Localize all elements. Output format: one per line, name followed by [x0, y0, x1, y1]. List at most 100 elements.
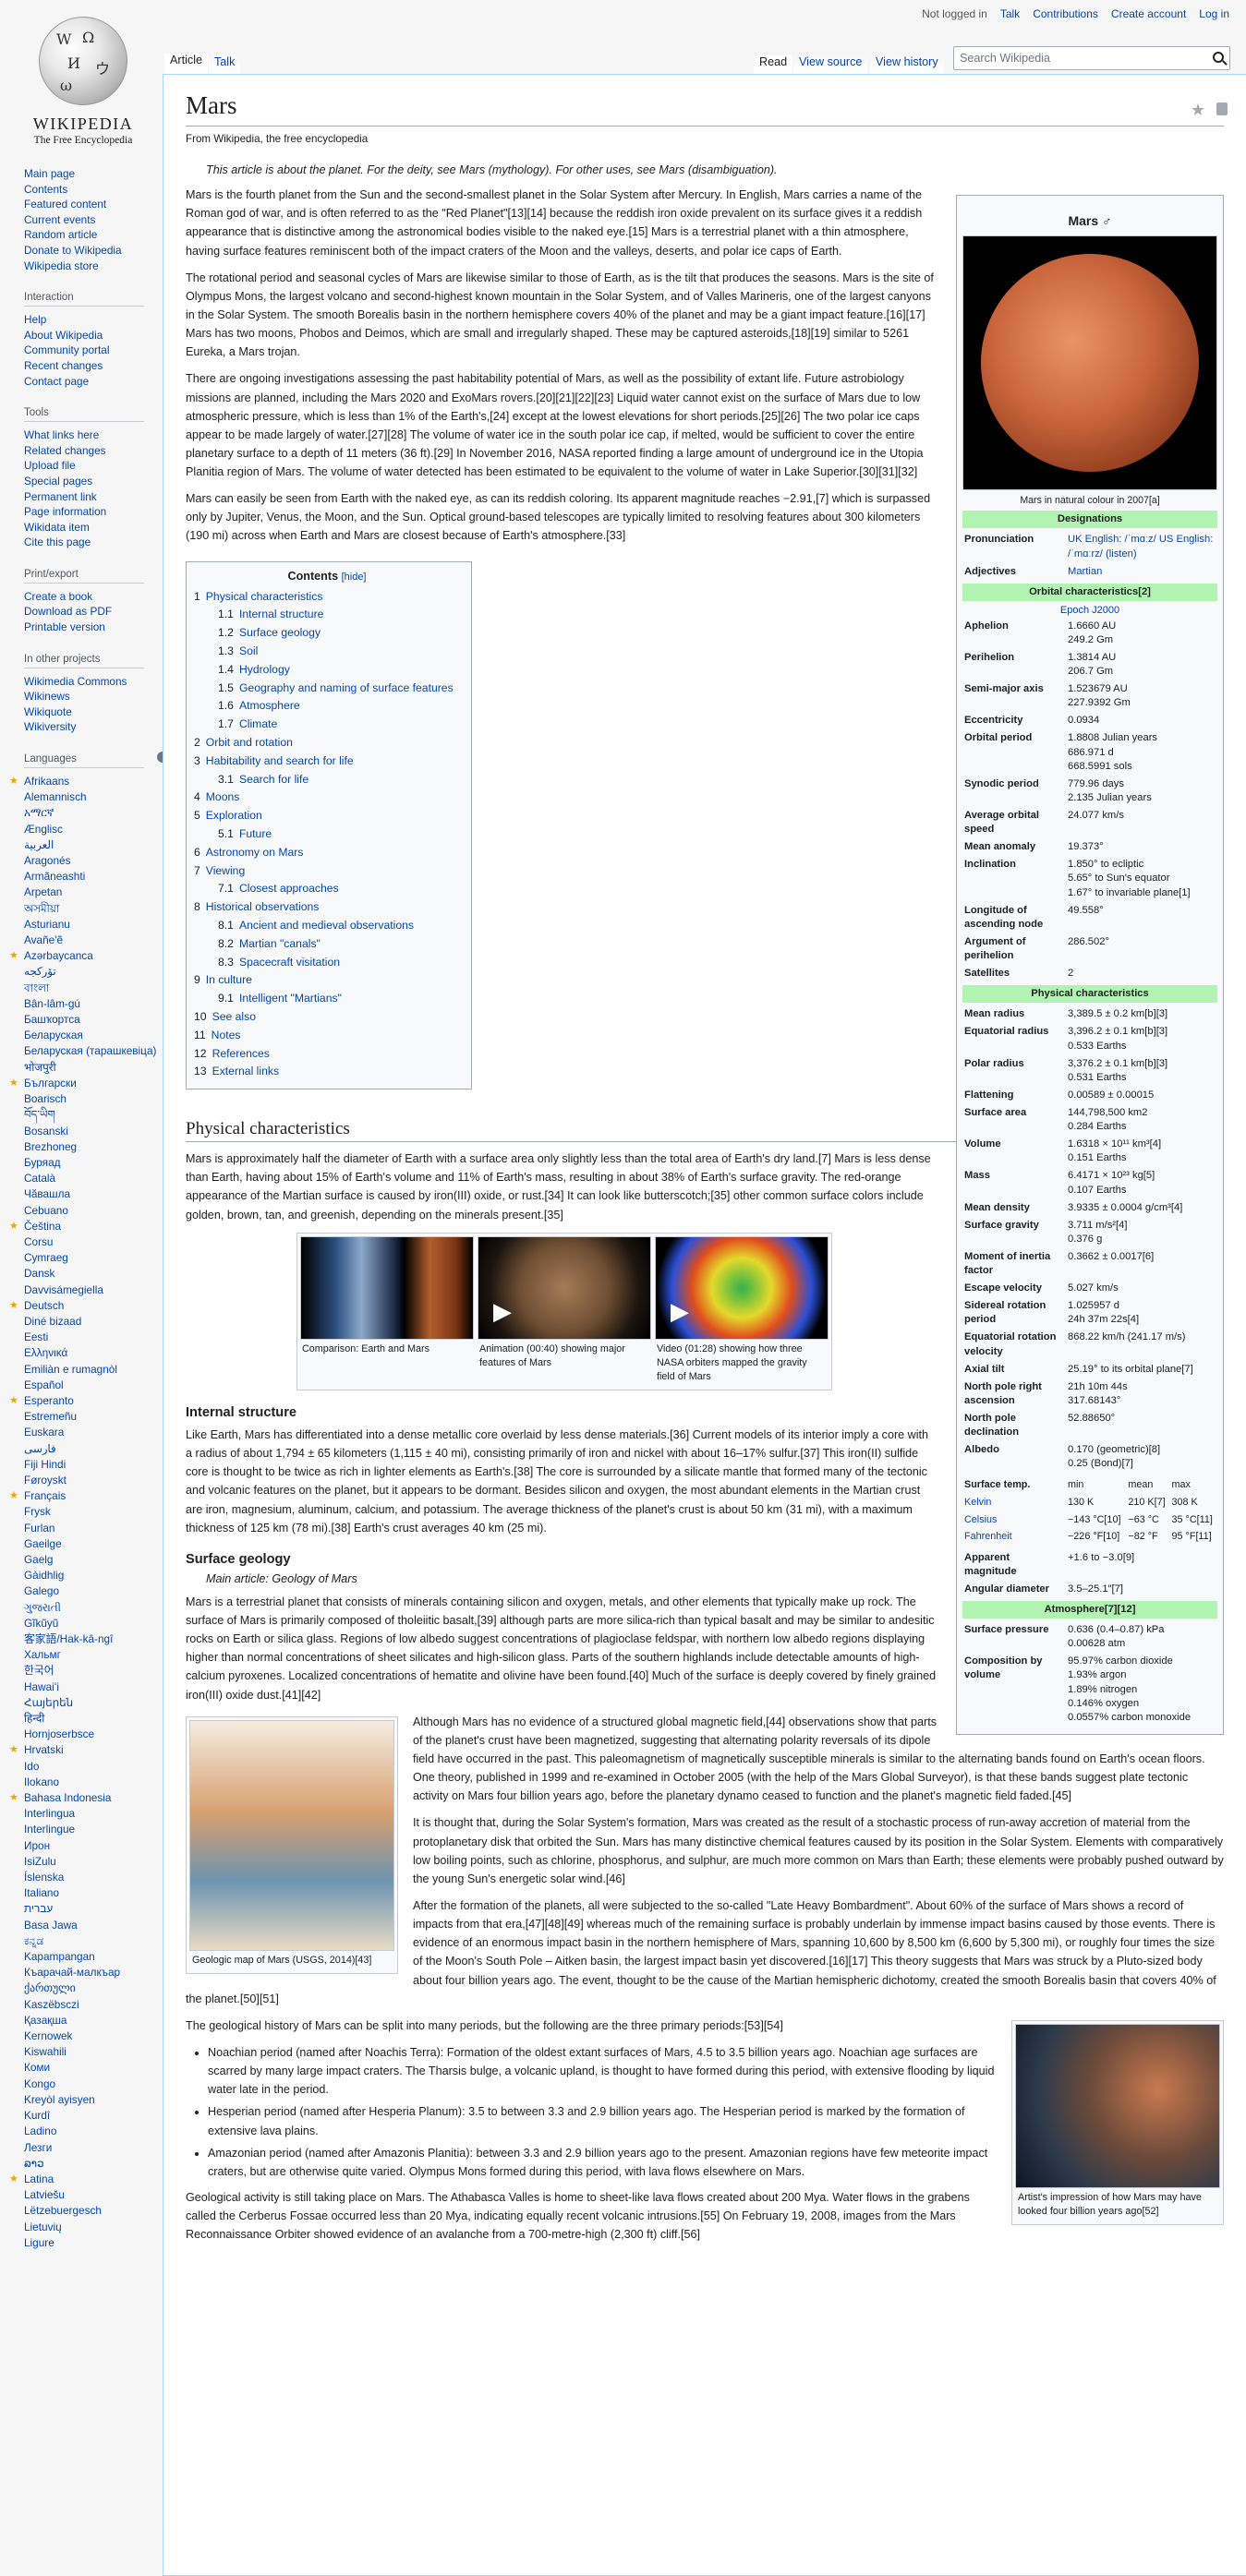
sidebar-link[interactable]: Special pages [24, 474, 163, 489]
language-link[interactable]: ქართული [24, 1980, 163, 1996]
language-link[interactable]: Català [24, 1171, 163, 1186]
toc-link[interactable]: Soil [239, 644, 258, 657]
sidebar-link[interactable]: Contents [24, 182, 163, 198]
toc-link[interactable]: Hydrology [239, 663, 290, 676]
toc-item[interactable]: 1.2 Surface geology [194, 624, 460, 643]
sidebar-link[interactable]: Wikiversity [24, 719, 163, 735]
toc-item[interactable]: 10 See also [194, 1008, 460, 1027]
language-link[interactable]: Лезги [24, 2140, 163, 2156]
sidebar-link[interactable]: Printable version [24, 620, 163, 635]
geologic-map-image[interactable] [189, 1719, 394, 1951]
adj-value[interactable]: Martian [1066, 563, 1217, 581]
language-link[interactable]: Furlan [24, 1521, 163, 1536]
language-link[interactable]: Ladino [24, 2124, 163, 2139]
language-link[interactable]: Беларуская [24, 1028, 163, 1043]
language-link[interactable]: हिन्दी [24, 1711, 163, 1727]
language-link[interactable]: עברית [24, 1901, 163, 1917]
toc-item[interactable]: 3 Habitability and search for life [194, 752, 460, 771]
sidebar-link[interactable]: About Wikipedia [24, 328, 163, 343]
language-link[interactable]: Cebuano [24, 1203, 163, 1219]
language-link[interactable]: Čeština [9, 1219, 163, 1234]
language-link[interactable]: Boarisch [24, 1091, 163, 1107]
language-link[interactable]: Kernowek [24, 2028, 163, 2044]
language-link[interactable]: भोजपुरी [24, 1060, 163, 1076]
toc-link[interactable]: Future [239, 827, 272, 840]
gallery-item[interactable]: Comparison: Earth and Mars [300, 1235, 474, 1387]
language-link[interactable]: Ilokano [24, 1775, 163, 1790]
sidebar-link[interactable]: Community portal [24, 343, 163, 358]
toc-link[interactable]: Moons [206, 790, 240, 803]
language-link[interactable]: Interlingue [24, 1822, 163, 1837]
language-link[interactable]: Bân-lâm-gú [24, 996, 163, 1012]
language-link[interactable]: Euskara [24, 1425, 163, 1440]
gallery-item[interactable]: ▶ Video (01:28) showing how three NASA or… [655, 1235, 829, 1387]
talk-link[interactable]: Talk [1000, 7, 1020, 20]
toc-link[interactable]: Viewing [206, 864, 245, 877]
toc-link[interactable]: Intelligent "Martians" [239, 992, 342, 1005]
language-link[interactable]: Aragonés [24, 853, 163, 869]
language-link[interactable]: Íslenska [24, 1870, 163, 1885]
language-link[interactable]: Gaeilge [24, 1536, 163, 1552]
sidebar-link[interactable]: Random article [24, 227, 163, 243]
language-link[interactable]: Gĩkũyũ [24, 1616, 163, 1631]
toc-item[interactable]: 12 References [194, 1045, 460, 1064]
language-link[interactable]: Azərbaycanca [9, 948, 163, 964]
toc-link[interactable]: Martian "canals" [239, 937, 321, 950]
toc-item[interactable]: 7.1 Closest approaches [194, 880, 460, 898]
toc-item[interactable]: 1 Physical characteristics [194, 588, 460, 607]
language-link[interactable]: བོད་ཡིག [24, 1107, 163, 1123]
language-link[interactable]: Къарачай-малкъар [24, 1965, 163, 1980]
toc-item[interactable]: 5 Exploration [194, 807, 460, 825]
sidebar-link[interactable]: Featured content [24, 197, 163, 212]
language-link[interactable]: 한국어 [24, 1663, 163, 1679]
language-link[interactable]: Kiswahili [24, 2044, 163, 2060]
language-link[interactable]: Basa Jawa [24, 1918, 163, 1933]
toc-link[interactable]: In culture [206, 973, 252, 986]
epoch[interactable]: Epoch J2000 [962, 604, 1217, 618]
toc-hide-toggle[interactable]: [hide] [342, 572, 367, 583]
language-link[interactable]: Հայերեն [24, 1695, 163, 1711]
toc-item[interactable]: 1.4 Hydrology [194, 661, 460, 680]
tab-read[interactable]: Read [754, 55, 793, 74]
language-link[interactable]: Башҡортса [24, 1012, 163, 1028]
language-link[interactable]: Deutsch [9, 1298, 163, 1314]
toc-link[interactable]: Search for life [239, 773, 308, 786]
language-link[interactable]: Dansk [24, 1266, 163, 1282]
toc-link[interactable]: External links [212, 1065, 279, 1077]
language-link[interactable]: Diné bizaad [24, 1314, 163, 1330]
toc-link[interactable]: Orbit and rotation [206, 736, 293, 749]
language-link[interactable]: Буряад [24, 1155, 163, 1171]
toc-link[interactable]: See also [212, 1010, 256, 1023]
language-link[interactable]: Italiano [24, 1885, 163, 1901]
language-link[interactable]: Lietuvių [24, 2220, 163, 2235]
sidebar-link[interactable]: What links here [24, 427, 163, 443]
sidebar-link[interactable]: Create a book [24, 589, 163, 605]
toc-item[interactable]: 9.1 Intelligent "Martians" [194, 990, 460, 1008]
sidebar-link[interactable]: Cite this page [24, 535, 163, 550]
toc-link[interactable]: Notes [212, 1029, 241, 1041]
language-link[interactable]: অসমীয়া [24, 901, 163, 917]
language-link[interactable]: Беларуская (тарашкевіца) [24, 1043, 163, 1059]
language-link[interactable]: Hornjoserbsce [24, 1727, 163, 1742]
tab-view-source[interactable]: View source [793, 55, 868, 74]
search-icon[interactable] [1213, 52, 1224, 63]
language-link[interactable]: Ligure [24, 2235, 163, 2251]
toc-item[interactable]: 13 External links [194, 1063, 460, 1081]
search-input[interactable]: Search Wikipedia [953, 46, 1230, 70]
tab-talk[interactable]: Talk [209, 55, 241, 74]
toc-link[interactable]: Exploration [206, 809, 262, 822]
contributions-link[interactable]: Contributions [1033, 7, 1098, 20]
toc-item[interactable]: 1.3 Soil [194, 643, 460, 661]
sidebar-link[interactable]: Main page [24, 166, 163, 182]
language-link[interactable]: تۆرکجه [24, 964, 163, 980]
language-link[interactable]: Gàidhlig [24, 1568, 163, 1583]
language-link[interactable]: Български [9, 1076, 163, 1091]
language-link[interactable]: Ænglisc [24, 822, 163, 837]
language-link[interactable]: Bosanski [24, 1124, 163, 1139]
wikipedia-logo[interactable]: WΩИウω Wikipedia The Free Encyclopedia [18, 17, 148, 146]
language-link[interactable]: ગુજરાતી [24, 1600, 163, 1616]
sidebar-link[interactable]: Download as PDF [24, 604, 163, 620]
toc-link[interactable]: Habitability and search for life [206, 754, 354, 767]
language-link[interactable]: Frysk [24, 1504, 163, 1520]
toc-item[interactable]: 3.1 Search for life [194, 771, 460, 789]
